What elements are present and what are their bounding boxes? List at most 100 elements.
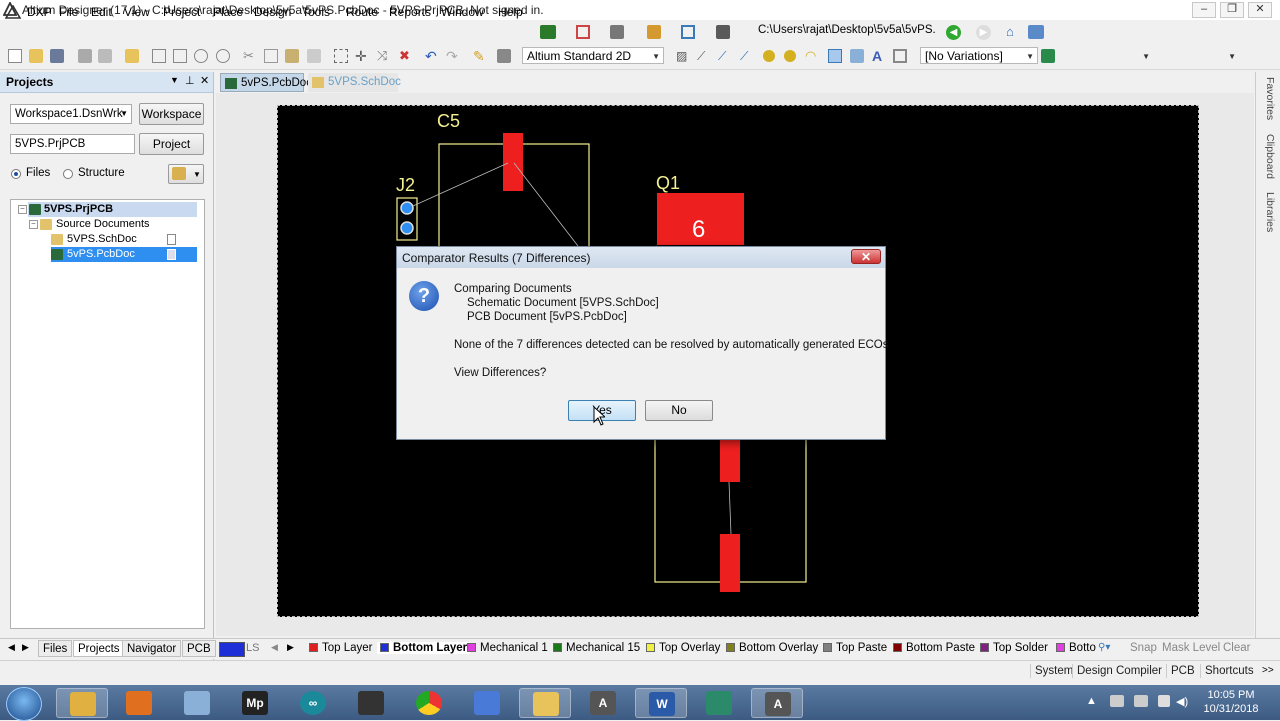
pad-icon[interactable] bbox=[763, 50, 775, 62]
fill-icon[interactable] bbox=[828, 49, 842, 63]
panel-tab-navigator[interactable]: Navigator bbox=[122, 640, 182, 657]
status-system-button[interactable]: System bbox=[1030, 664, 1077, 678]
layer-tab-top-solder[interactable]: Top Solder bbox=[980, 642, 1048, 654]
taskbar-app-cadsoft[interactable] bbox=[693, 688, 745, 718]
panel-tab-pcb[interactable]: PCB bbox=[182, 640, 216, 657]
route-icon[interactable]: ⟋ bbox=[697, 49, 711, 63]
panel-tabs-right-arrow-icon[interactable]: ▶ bbox=[22, 642, 29, 653]
align-icon[interactable] bbox=[647, 25, 661, 39]
deselect-icon[interactable]: ⤨ bbox=[377, 49, 391, 63]
layer-stack-icon[interactable] bbox=[576, 25, 590, 39]
taskbar-app-altium-1[interactable]: A bbox=[577, 688, 629, 718]
empty-select-2[interactable]: ▼ bbox=[1160, 47, 1240, 64]
snap-button[interactable]: Snap bbox=[1130, 642, 1157, 654]
undo-icon[interactable]: ↶ bbox=[425, 49, 439, 63]
panel-tab-projects[interactable]: Projects bbox=[73, 640, 125, 657]
zoom-fit-icon[interactable] bbox=[152, 49, 166, 63]
clipboard-side-tab[interactable]: Clipboard bbox=[1258, 130, 1276, 182]
menu-design[interactable]: Design bbox=[254, 5, 291, 19]
menu-project[interactable]: Project bbox=[163, 5, 200, 19]
print-icon[interactable] bbox=[78, 49, 92, 63]
favorites-side-tab[interactable]: Favorites bbox=[1258, 76, 1276, 121]
view-mode-select[interactable]: Altium Standard 2D ▼ bbox=[522, 47, 664, 64]
status-more-icon[interactable]: >> bbox=[1262, 665, 1274, 676]
taskbar-app-altium-2[interactable]: A bbox=[751, 688, 803, 718]
sheet-icon[interactable] bbox=[540, 25, 556, 39]
arc-icon[interactable]: ◠ bbox=[805, 49, 819, 63]
variant-manager-icon[interactable] bbox=[1041, 49, 1055, 63]
array-icon[interactable] bbox=[893, 49, 907, 63]
minimize-button[interactable]: – bbox=[1192, 2, 1216, 18]
current-layer-swatch[interactable] bbox=[219, 642, 245, 657]
taskbar-app-word[interactable]: W bbox=[635, 688, 687, 718]
taskbar-app-vlc[interactable] bbox=[113, 688, 165, 718]
redo-icon[interactable]: ↷ bbox=[446, 49, 460, 63]
pin-icon[interactable]: ⊥ bbox=[185, 74, 195, 87]
new-file-icon[interactable] bbox=[8, 49, 22, 63]
web-icon[interactable] bbox=[1028, 25, 1044, 39]
close-panel-icon[interactable]: ✕ bbox=[200, 74, 209, 87]
taskbar-app-mkit[interactable] bbox=[461, 688, 513, 718]
layer-tab-mechanical-1[interactable]: Mechanical 1 bbox=[467, 642, 548, 654]
workspace-select[interactable]: Workspace1.DsnWrk ▼ bbox=[10, 104, 132, 124]
no-button[interactable]: No bbox=[645, 400, 713, 421]
layer-set-label[interactable]: LS bbox=[246, 642, 259, 654]
menu-window[interactable]: Window bbox=[441, 5, 484, 19]
paste-icon[interactable] bbox=[285, 49, 299, 63]
workspace-button[interactable]: Workspace bbox=[139, 103, 204, 125]
j2-pad-2[interactable] bbox=[400, 221, 414, 235]
back-arrow-icon[interactable]: ◀ bbox=[946, 25, 961, 40]
open-document-icon[interactable] bbox=[125, 49, 139, 63]
via-icon[interactable] bbox=[784, 50, 796, 62]
menu-place[interactable]: Place bbox=[213, 5, 243, 19]
tray-device-icon[interactable] bbox=[1134, 695, 1148, 707]
layer-tab-top-layer[interactable]: Top Layer bbox=[309, 642, 373, 654]
taskbar-clock[interactable]: 10:05 PM 10/31/2018 bbox=[1196, 688, 1266, 716]
component-icon[interactable] bbox=[610, 25, 624, 39]
start-button[interactable] bbox=[6, 687, 42, 721]
string-icon[interactable]: A bbox=[872, 49, 886, 63]
maximize-button[interactable]: ❐ bbox=[1220, 2, 1244, 18]
tray-show-hidden-icon[interactable]: ▲ bbox=[1086, 695, 1097, 707]
home-icon[interactable]: ⌂ bbox=[1006, 25, 1021, 39]
tray-volume-icon[interactable]: ◀) bbox=[1176, 695, 1188, 708]
path-combo[interactable]: C:\Users\rajat\Desktop\5v5a\5vPS. bbox=[758, 24, 938, 40]
c5-pad[interactable] bbox=[503, 133, 523, 191]
layer-tab-top-paste[interactable]: Top Paste bbox=[823, 642, 887, 654]
taskbar-app-arduino[interactable]: ∞ bbox=[287, 688, 339, 718]
tray-flag-icon[interactable] bbox=[1158, 695, 1170, 707]
layer-tab-bottom-overlay[interactable]: Bottom Overlay bbox=[726, 642, 818, 654]
copy-icon[interactable] bbox=[264, 49, 278, 63]
rubber-stamp-icon[interactable] bbox=[307, 49, 321, 63]
diff-pair-icon[interactable]: ⟋ bbox=[740, 49, 754, 63]
tree-item-schdoc[interactable]: 5VPS.SchDoc bbox=[51, 232, 197, 247]
close-window-button[interactable]: ✕ bbox=[1248, 2, 1272, 18]
taskbar-app-explorer[interactable] bbox=[56, 688, 108, 718]
hatch-icon[interactable]: ▨ bbox=[676, 49, 690, 63]
project-field[interactable]: 5VPS.PrjPCB bbox=[10, 134, 135, 154]
dialog-close-button[interactable]: ✕ bbox=[851, 249, 881, 264]
libraries-side-tab[interactable]: Libraries bbox=[1258, 190, 1276, 235]
move-icon[interactable]: ✛ bbox=[355, 49, 369, 63]
panel-tabs-left-arrow-icon[interactable]: ◀ bbox=[8, 642, 15, 653]
select-area-icon[interactable] bbox=[334, 49, 348, 63]
cut-icon[interactable]: ✂ bbox=[243, 49, 257, 63]
menu-help[interactable]: Help bbox=[498, 5, 523, 19]
tab-pcbdoc[interactable]: 5vPS.PcbDoc bbox=[220, 73, 312, 92]
layer-left-arrow-icon[interactable]: ◀ bbox=[271, 642, 278, 653]
status-shortcuts-button[interactable]: Shortcuts bbox=[1200, 664, 1258, 678]
taskbar-app-snipping[interactable] bbox=[171, 688, 223, 718]
forward-arrow-icon[interactable]: ▶ bbox=[976, 25, 991, 40]
layer-tab-bottom-layer[interactable]: Bottom Layer bbox=[377, 642, 471, 654]
collapse-root-icon[interactable]: – bbox=[18, 205, 27, 214]
menu-view[interactable]: View bbox=[124, 5, 150, 19]
status-design-compiler-button[interactable]: Design Compiler bbox=[1072, 664, 1166, 678]
polygon-icon[interactable] bbox=[850, 49, 864, 63]
zoom-area-icon[interactable] bbox=[173, 49, 187, 63]
taskbar-app-chrome[interactable] bbox=[403, 688, 455, 718]
lower-pad-2[interactable] bbox=[720, 534, 740, 592]
tab-schdoc[interactable]: 5VPS.SchDoc bbox=[308, 73, 401, 92]
pencil-icon[interactable]: ✎ bbox=[473, 49, 487, 63]
j2-pad-1[interactable] bbox=[400, 201, 414, 215]
taskbar-app-mplab[interactable]: Mp bbox=[229, 688, 281, 718]
